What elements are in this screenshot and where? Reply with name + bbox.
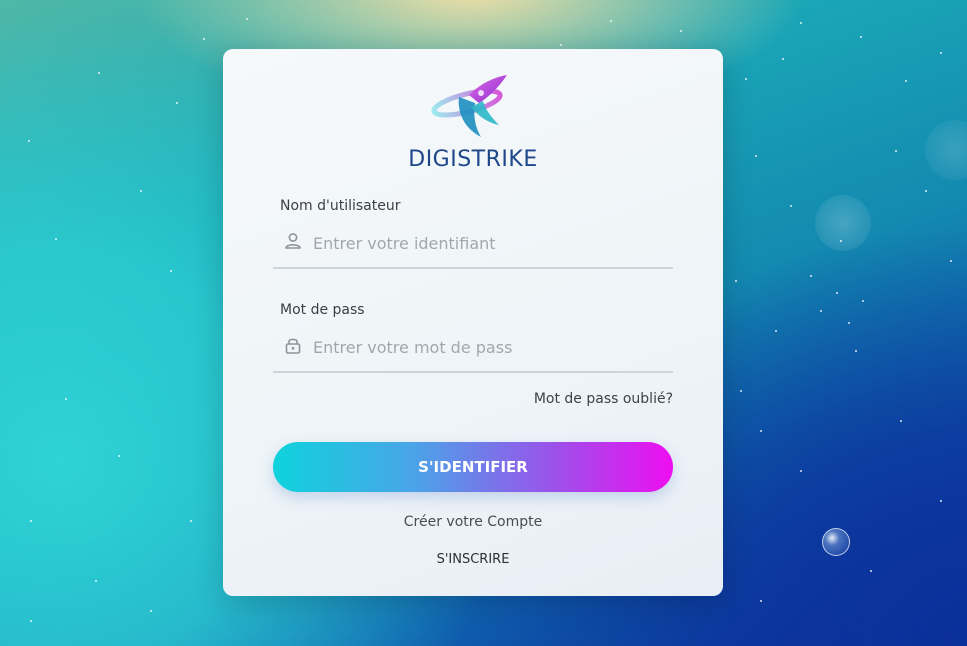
background-bokeh-orb xyxy=(815,195,871,251)
brand-logo-icon xyxy=(431,75,507,137)
password-label: Mot de pass xyxy=(280,302,365,318)
username-input[interactable] xyxy=(313,221,663,265)
forgot-password-link[interactable]: Mot de pass oublié? xyxy=(534,391,673,407)
login-button[interactable]: S'IDENTIFIER xyxy=(273,442,673,492)
signup-link[interactable]: S'INSCRIRE xyxy=(223,552,723,567)
lock-icon xyxy=(283,335,303,355)
password-field[interactable] xyxy=(273,325,673,373)
login-card: DIGISTRIKE Nom d'utilisateur Mot de pass… xyxy=(223,49,723,596)
password-input[interactable] xyxy=(313,325,663,369)
username-label: Nom d'utilisateur xyxy=(280,198,401,214)
username-field[interactable] xyxy=(273,221,673,269)
background-bokeh-orb xyxy=(925,120,967,180)
background-bubble xyxy=(822,528,850,556)
create-account-text: Créer votre Compte xyxy=(403,514,543,530)
user-icon xyxy=(283,231,303,251)
brand-name: DIGISTRIKE xyxy=(408,147,538,172)
